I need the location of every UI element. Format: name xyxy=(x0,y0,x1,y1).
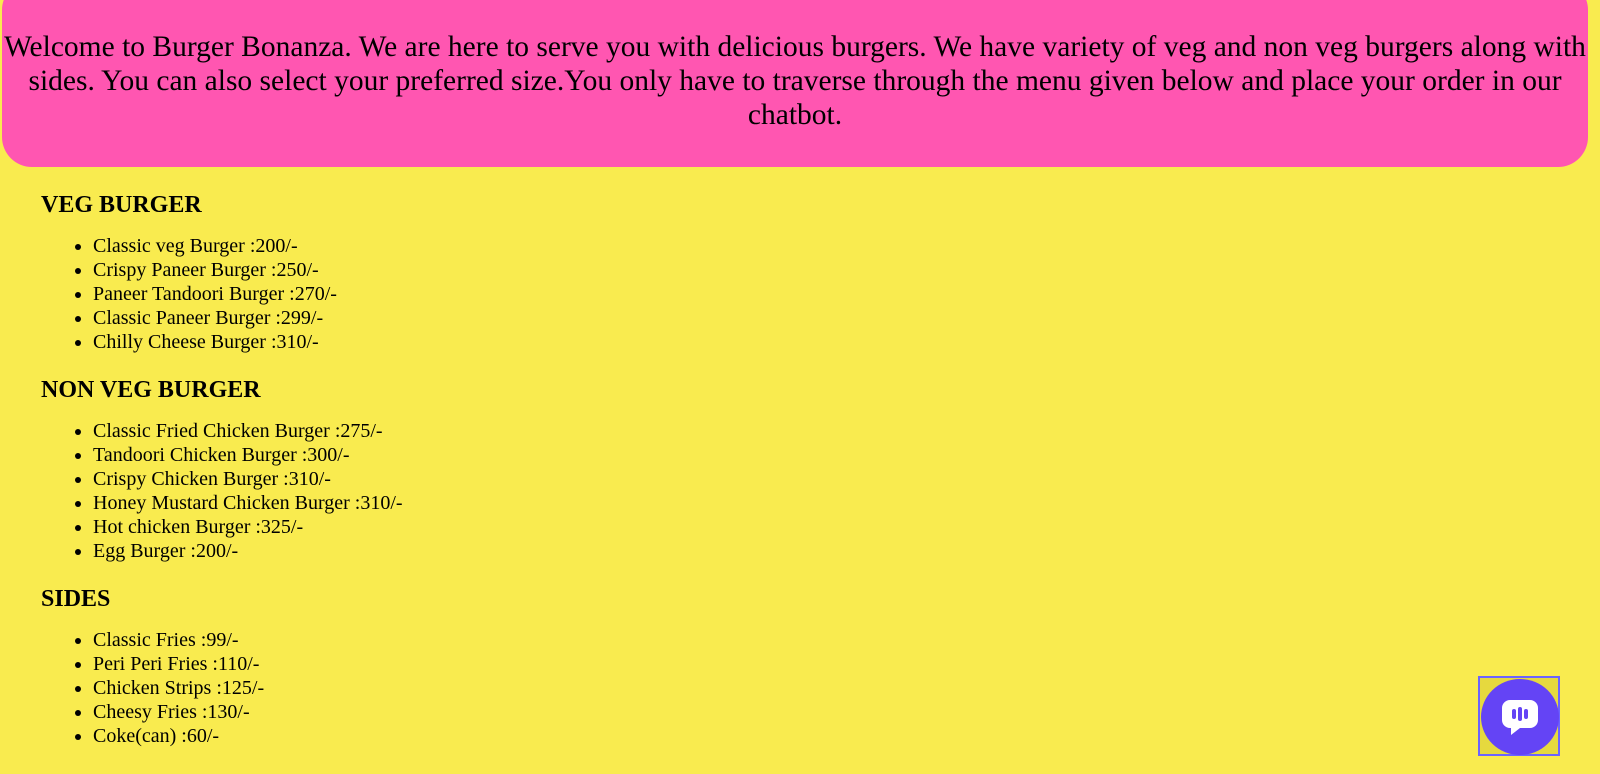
list-item: Honey Mustard Chicken Burger :310/- xyxy=(93,491,641,515)
sides-list: Classic Fries :99/- Peri Peri Fries :110… xyxy=(41,628,641,748)
menu: VEG BURGER Classic veg Burger :200/- Cri… xyxy=(41,190,641,748)
list-item: Hot chicken Burger :325/- xyxy=(93,515,641,539)
non-veg-burger-list: Classic Fried Chicken Burger :275/- Tand… xyxy=(41,419,641,563)
veg-burger-list: Classic veg Burger :200/- Crispy Paneer … xyxy=(41,234,641,354)
chat-bubble-icon xyxy=(1502,700,1538,735)
veg-burger-heading: VEG BURGER xyxy=(41,192,202,218)
chatbot-launcher-button[interactable] xyxy=(1478,676,1560,756)
non-veg-burger-heading: NON VEG BURGER xyxy=(41,377,261,403)
list-item: Egg Burger :200/- xyxy=(93,539,641,563)
list-item: Crispy Paneer Burger :250/- xyxy=(93,258,641,282)
list-item: Peri Peri Fries :110/- xyxy=(93,652,641,676)
welcome-text: Welcome to Burger Bonanza. We are here t… xyxy=(4,31,1586,131)
list-item: Paneer Tandoori Burger :270/- xyxy=(93,282,641,306)
list-item: Chicken Strips :125/- xyxy=(93,676,641,700)
sides-heading: SIDES xyxy=(41,586,111,612)
chatbot-launcher-circle[interactable] xyxy=(1481,679,1559,755)
list-item: Coke(can) :60/- xyxy=(93,724,641,748)
list-item: Cheesy Fries :130/- xyxy=(93,700,641,724)
list-item: Crispy Chicken Burger :310/- xyxy=(93,467,641,491)
list-item: Classic veg Burger :200/- xyxy=(93,234,641,258)
welcome-banner: Welcome to Burger Bonanza. We are here t… xyxy=(2,0,1588,167)
list-item: Classic Fries :99/- xyxy=(93,628,641,652)
list-item: Tandoori Chicken Burger :300/- xyxy=(93,443,641,467)
list-item: Classic Paneer Burger :299/- xyxy=(93,306,641,330)
list-item: Classic Fried Chicken Burger :275/- xyxy=(93,419,641,443)
list-item: Chilly Cheese Burger :310/- xyxy=(93,330,641,354)
